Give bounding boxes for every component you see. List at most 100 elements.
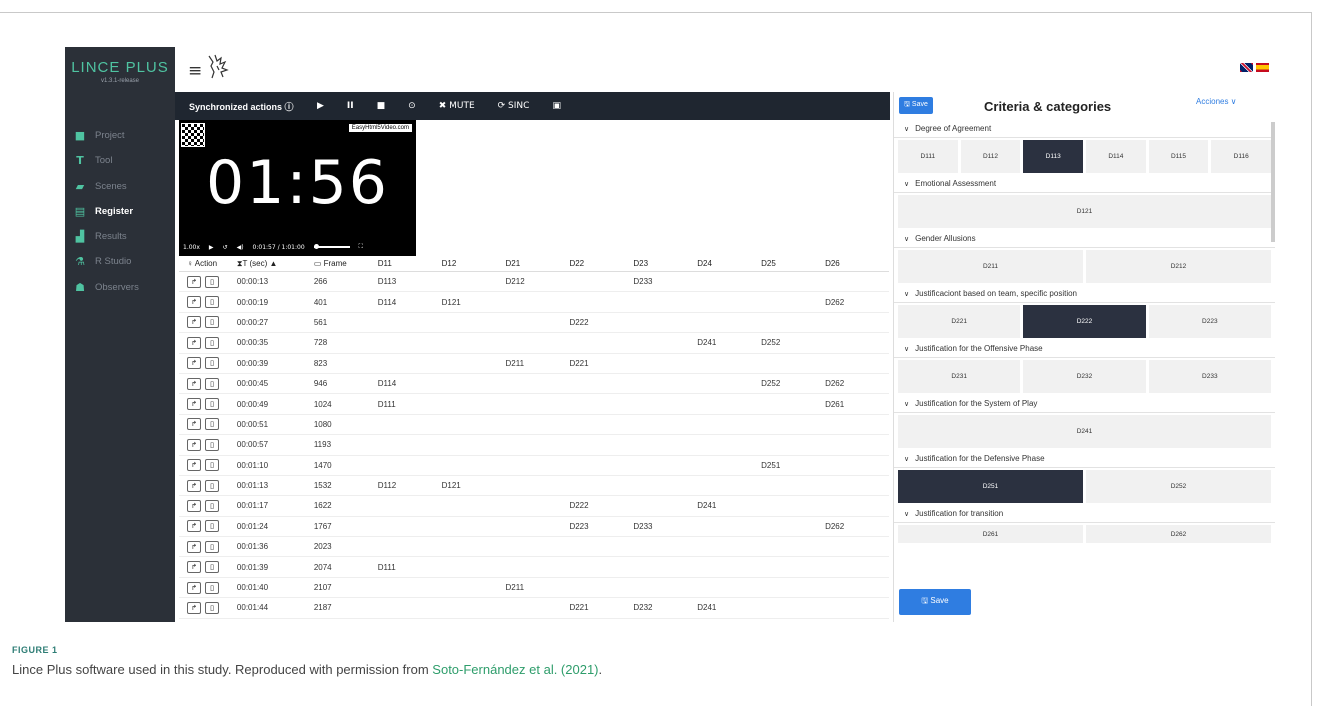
go-to-icon[interactable]: ↱ [187, 357, 201, 370]
save-button-bottom[interactable]: 🖫 Save [899, 589, 971, 615]
category-button[interactable]: D223 [1148, 305, 1271, 338]
delete-icon[interactable]: ▯ [205, 316, 219, 329]
replay-icon[interactable]: ↺ [223, 244, 228, 251]
go-to-icon[interactable]: ↱ [187, 336, 201, 349]
uk-flag-icon[interactable] [1240, 63, 1253, 72]
video-play-icon[interactable]: ▶ [209, 244, 214, 251]
category-button[interactable]: D251 [898, 470, 1083, 503]
go-to-icon[interactable]: ↱ [187, 316, 201, 329]
row-actions: ↱ ▯ [179, 459, 237, 472]
go-to-icon[interactable]: ↱ [187, 377, 201, 390]
criterion-header[interactable]: ∨ Justification for transition [894, 505, 1275, 523]
citation-link[interactable]: Soto-Fernández et al. (2021) [432, 662, 598, 677]
mute-button[interactable]: ✖ MUTE [439, 101, 475, 111]
go-to-icon[interactable]: ↱ [187, 398, 201, 411]
category-button[interactable]: D113 [1023, 140, 1084, 173]
pause-button[interactable]: II [347, 101, 354, 111]
category-button[interactable]: D261 [898, 525, 1083, 543]
spain-flag-icon[interactable] [1256, 63, 1269, 72]
video-player[interactable]: EasyHtml5Video.com 01:56 1.00x ▶ ↺ ◀) 0:… [179, 120, 416, 256]
go-to-icon[interactable]: ↱ [187, 581, 201, 594]
go-to-icon[interactable]: ↱ [187, 296, 201, 309]
category-button[interactable]: D111 [898, 140, 958, 173]
category-button[interactable]: D233 [1148, 360, 1271, 393]
delete-icon[interactable]: ▯ [205, 459, 219, 472]
delete-icon[interactable]: ▯ [205, 275, 219, 288]
category-button[interactable]: D115 [1148, 140, 1209, 173]
panel-scrollbar[interactable] [1271, 122, 1275, 242]
category-button[interactable]: D121 [898, 195, 1271, 228]
table-cell: 1080 [313, 419, 332, 429]
film-icon[interactable]: ▣ [552, 101, 561, 111]
criterion-header[interactable]: ∨ Gender Allusions [894, 230, 1275, 248]
category-button[interactable]: D262 [1086, 525, 1271, 543]
acciones-dropdown[interactable]: Acciones ∨ [1196, 97, 1237, 106]
delete-icon[interactable]: ▯ [205, 296, 219, 309]
delete-icon[interactable]: ▯ [205, 377, 219, 390]
target-button[interactable]: ⊙ [408, 101, 416, 111]
go-to-icon[interactable]: ↱ [187, 438, 201, 451]
row-actions: ↱ ▯ [179, 581, 237, 594]
save-button-top[interactable]: 🖫 Save [899, 97, 933, 114]
delete-icon[interactable]: ▯ [205, 357, 219, 370]
sidebar-item-observers[interactable]: ☗ Observers [65, 276, 175, 298]
column-header[interactable]: ⧗T (sec) ▲ [237, 259, 314, 269]
go-to-icon[interactable]: ↱ [187, 540, 201, 553]
criterion-header[interactable]: ∨ Degree of Agreement [894, 120, 1275, 138]
hamburger-menu-icon[interactable]: ≡ [188, 61, 202, 81]
table-row: ↱ ▯ 00:01:44 2187 D221 D232 D241 [179, 598, 889, 619]
go-to-icon[interactable]: ↱ [187, 561, 201, 574]
delete-icon[interactable]: ▯ [205, 438, 219, 451]
criterion-header[interactable]: ∨ Justification for the Offensive Phase [894, 340, 1275, 358]
go-to-icon[interactable]: ↱ [187, 275, 201, 288]
play-button[interactable]: ▶ [317, 101, 324, 111]
fullscreen-icon[interactable]: ⛶ [359, 243, 363, 251]
version-label: v1.3.1-release [100, 78, 140, 84]
category-button[interactable]: D231 [898, 360, 1021, 393]
speed-label[interactable]: 1.00x [183, 244, 200, 251]
go-to-icon[interactable]: ↱ [187, 520, 201, 533]
category-button[interactable]: D211 [898, 250, 1083, 283]
delete-icon[interactable]: ▯ [205, 499, 219, 512]
delete-icon[interactable]: ▯ [205, 418, 219, 431]
table-cell: D261 [825, 399, 845, 409]
volume-slider[interactable] [313, 244, 350, 249]
sidebar-item-results[interactable]: ▟ Results [65, 225, 175, 247]
sidebar-item-r-studio[interactable]: ⚗ R Studio [65, 250, 175, 272]
category-button[interactable]: D212 [1086, 250, 1271, 283]
go-to-icon[interactable]: ↱ [187, 479, 201, 492]
sidebar-item-register[interactable]: ▤ Register [65, 200, 175, 222]
criterion-header[interactable]: ∨ Justification for the System of Play [894, 395, 1275, 413]
delete-icon[interactable]: ▯ [205, 601, 219, 614]
go-to-icon[interactable]: ↱ [187, 459, 201, 472]
criterion-header[interactable]: ∨ Justificaciont based on team, specific … [894, 285, 1275, 303]
volume-icon[interactable]: ◀) [237, 244, 244, 251]
delete-icon[interactable]: ▯ [205, 561, 219, 574]
chevron-down-icon: ∨ [904, 454, 910, 463]
delete-icon[interactable]: ▯ [205, 540, 219, 553]
category-button[interactable]: D222 [1023, 305, 1146, 338]
delete-icon[interactable]: ▯ [205, 336, 219, 349]
criterion-header[interactable]: ∨ Emotional Assessment [894, 175, 1275, 193]
delete-icon[interactable]: ▯ [205, 520, 219, 533]
go-to-icon[interactable]: ↱ [187, 499, 201, 512]
sidebar-item-tool[interactable]: T Tool [65, 149, 175, 171]
sync-button[interactable]: ⟳ SINC [498, 101, 530, 111]
delete-icon[interactable]: ▯ [205, 398, 219, 411]
category-button[interactable]: D241 [898, 415, 1271, 448]
category-button[interactable]: D114 [1086, 140, 1146, 173]
go-to-icon[interactable]: ↱ [187, 418, 201, 431]
go-to-icon[interactable]: ↱ [187, 601, 201, 614]
category-button[interactable]: D221 [898, 305, 1021, 338]
category-button[interactable]: D112 [960, 140, 1021, 173]
sidebar-item-project[interactable]: ■ Project [65, 124, 175, 146]
category-button[interactable]: D116 [1211, 140, 1272, 173]
stop-button[interactable]: ■ [377, 101, 386, 111]
criterion-header[interactable]: ∨ Justification for the Defensive Phase [894, 450, 1275, 468]
delete-icon[interactable]: ▯ [205, 479, 219, 492]
delete-icon[interactable]: ▯ [205, 581, 219, 594]
sidebar-item-scenes[interactable]: ▰ Scenes [65, 175, 175, 197]
category-button[interactable]: D232 [1023, 360, 1146, 393]
category-button[interactable]: D252 [1086, 470, 1271, 503]
table-cell: D121 [441, 481, 461, 491]
